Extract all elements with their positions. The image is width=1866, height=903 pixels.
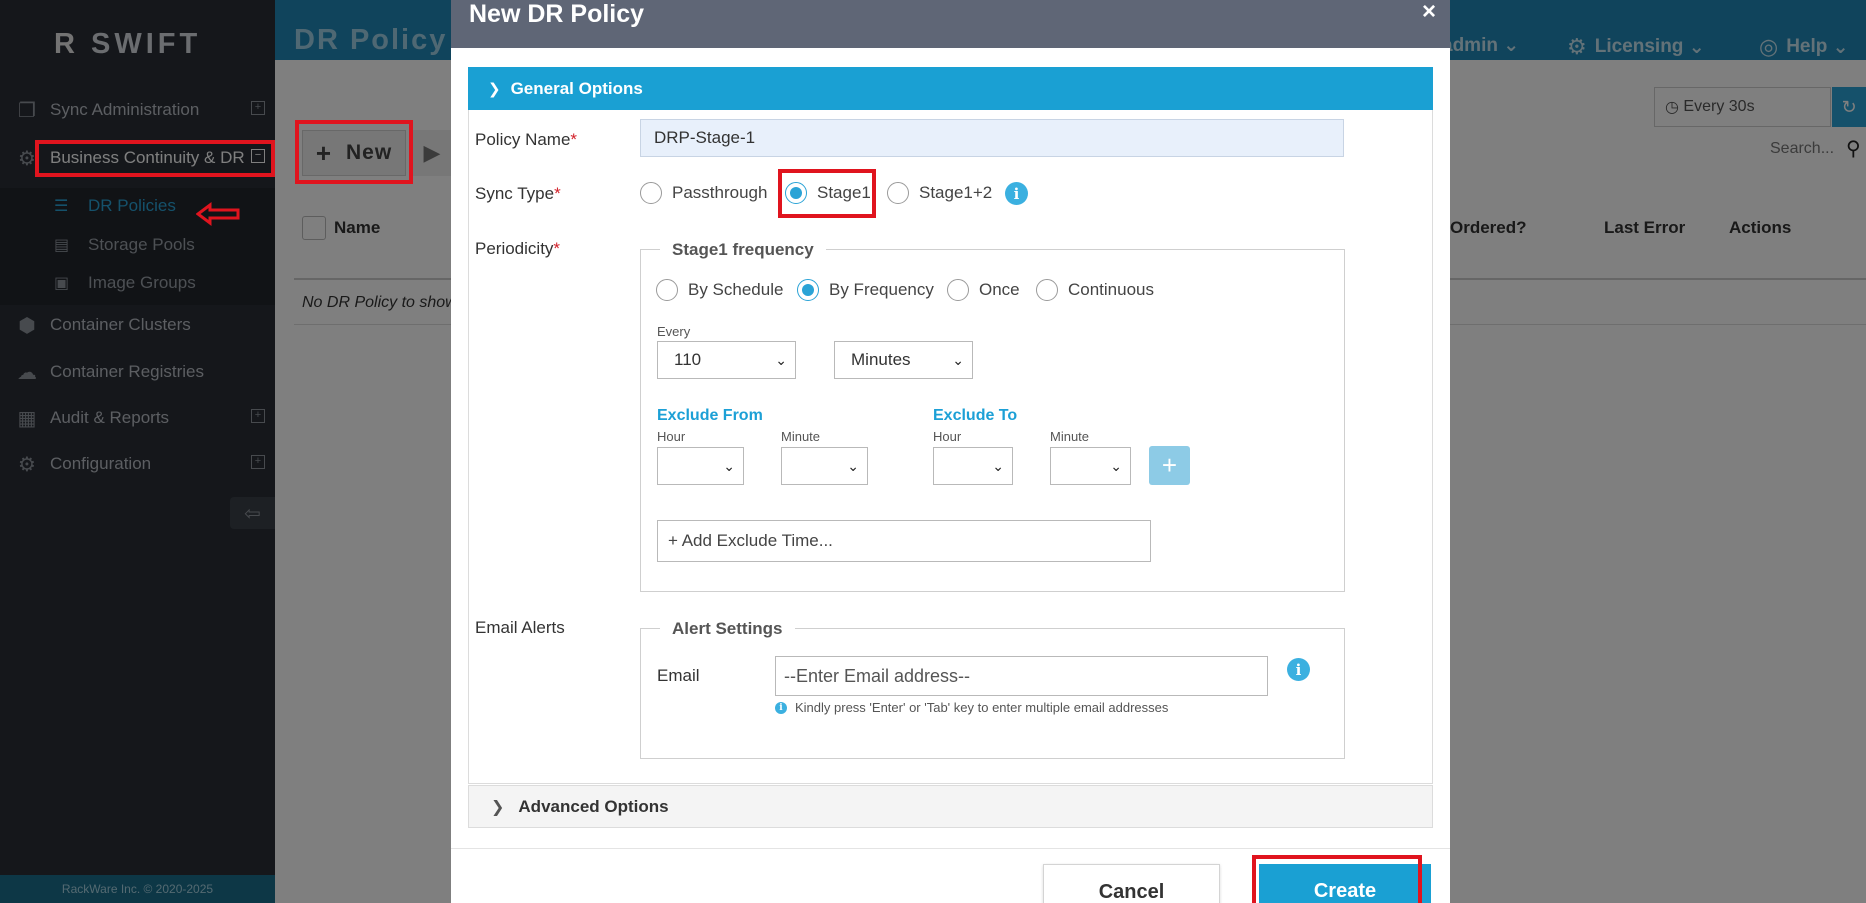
radio-circle (947, 279, 969, 301)
radio-by-schedule[interactable]: By Schedule (656, 279, 783, 301)
radio-label: By Frequency (829, 280, 934, 299)
email-hint: i Kindly press 'Enter' or 'Tab' key to e… (775, 700, 1168, 715)
radio-circle (640, 182, 662, 204)
chevron-down-icon: ⌄ (723, 458, 735, 474)
info-icon: i (775, 701, 787, 714)
email-field[interactable]: --Enter Email address-- (775, 656, 1268, 696)
chevron-down-icon: ⌄ (775, 352, 787, 368)
radio-once[interactable]: Once (947, 279, 1020, 301)
select-value: Minutes (851, 350, 911, 369)
radio-passthrough[interactable]: Passthrough (640, 182, 767, 204)
radio-continuous[interactable]: Continuous (1036, 279, 1154, 301)
to-hour-label: Hour (933, 429, 962, 444)
email-alerts-label: Email Alerts (475, 618, 565, 637)
alert-settings-legend: Alert Settings (660, 619, 795, 639)
chevron-down-icon: ⌄ (992, 458, 1004, 474)
highlight-box (35, 140, 275, 177)
section-title: Advanced Options (518, 796, 669, 816)
chevron-down-icon: ⌄ (1110, 458, 1122, 474)
info-icon[interactable]: i (1005, 182, 1028, 205)
from-hour-label: Hour (657, 429, 686, 444)
arrow-left-icon (196, 202, 240, 226)
footer-divider (451, 848, 1450, 849)
radio-circle (797, 279, 819, 301)
cancel-button[interactable]: Cancel (1043, 864, 1220, 903)
add-exclude-time-input[interactable]: + Add Exclude Time... (657, 520, 1151, 562)
radio-stage1-2[interactable]: Stage1+2 (887, 182, 992, 204)
exclude-to-hour-select[interactable]: ⌄ (933, 447, 1013, 485)
policy-name-input[interactable]: DRP-Stage-1 (640, 119, 1344, 157)
advanced-options-header[interactable]: ❯ Advanced Options (468, 785, 1433, 828)
dialog-title: New DR Policy (469, 0, 645, 28)
radio-circle (656, 279, 678, 301)
highlight-box (778, 169, 876, 218)
section-title: General Options (510, 78, 643, 98)
exclude-to-label: Exclude To (933, 407, 1018, 424)
general-options-header[interactable]: ❯ General Options (468, 67, 1433, 110)
radio-circle (887, 182, 909, 204)
exclude-from-minute-select[interactable]: ⌄ (781, 447, 868, 485)
radio-by-frequency[interactable]: By Frequency (797, 279, 934, 301)
every-value-select[interactable]: 110 ⌄ (657, 341, 796, 379)
add-exclude-time-button[interactable]: + (1149, 446, 1190, 485)
select-value: 110 (674, 350, 702, 369)
chevron-right-icon: ❯ (491, 798, 505, 816)
info-icon[interactable]: i (1287, 658, 1310, 681)
exclude-from-label: Exclude From (657, 407, 763, 424)
every-unit-select[interactable]: Minutes ⌄ (834, 341, 973, 379)
radio-label: Once (979, 280, 1020, 299)
policy-name-label: Policy Name* (475, 130, 578, 149)
chevron-down-icon: ❯ (488, 80, 501, 98)
plus-icon: + (1161, 450, 1178, 480)
radio-label: Passthrough (672, 183, 768, 202)
exclude-to-minute-select[interactable]: ⌄ (1050, 447, 1131, 485)
radio-label: Continuous (1068, 280, 1155, 299)
radio-circle (1036, 279, 1058, 301)
stage1-frequency-legend: Stage1 frequency (660, 240, 826, 260)
to-minute-label: Minute (1050, 429, 1090, 444)
email-label: Email (657, 666, 700, 685)
dialog-header: New DR Policy × (451, 0, 1450, 48)
chevron-down-icon: ⌄ (952, 352, 964, 368)
from-minute-label: Minute (781, 429, 821, 444)
sync-type-label: Sync Type* (475, 184, 561, 203)
chevron-down-icon: ⌄ (847, 458, 859, 474)
hint-text: Kindly press 'Enter' or 'Tab' key to ent… (795, 700, 1169, 715)
periodicity-label: Periodicity* (475, 239, 561, 258)
exclude-from-hour-select[interactable]: ⌄ (657, 447, 744, 485)
radio-label: By Schedule (688, 280, 784, 299)
close-icon[interactable]: × (1422, 0, 1436, 26)
every-label: Every (657, 324, 691, 339)
radio-label: Stage1+2 (919, 183, 993, 202)
highlight-box (295, 120, 413, 184)
highlight-box (1252, 855, 1422, 903)
